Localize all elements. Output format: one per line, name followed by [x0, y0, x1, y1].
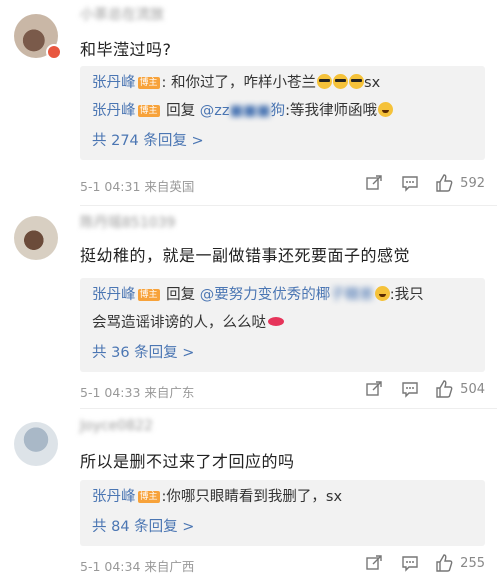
- comment-icon[interactable]: [392, 174, 428, 192]
- like-button[interactable]: 504: [434, 379, 485, 399]
- reply-author[interactable]: 张丹峰: [92, 103, 136, 119]
- share-icon[interactable]: [356, 174, 392, 192]
- reply-word: 回复: [166, 287, 196, 303]
- kiss-lips-icon: [268, 317, 284, 326]
- like-button[interactable]: 255: [434, 553, 485, 573]
- sunglasses-emoji-icon: [317, 74, 333, 89]
- avatar[interactable]: [14, 216, 58, 260]
- more-replies-link[interactable]: 共 36 条回复 >: [92, 342, 475, 364]
- reply-item: 张丹峰 博主: 和你过了，咋样小苍兰 sx: [92, 72, 475, 94]
- like-button[interactable]: 592: [434, 173, 485, 193]
- comment-actions: 255: [356, 552, 485, 574]
- reply-text: 会骂造谣诽谤的人，么么哒: [92, 315, 266, 331]
- reply-box: 张丹峰 博主:你哪只眼睛看到我删了，sx 共 84 条回复 >: [80, 480, 485, 546]
- like-count: 592: [460, 175, 485, 191]
- reply-text: 和你过了，咋样小苍兰: [171, 75, 317, 91]
- reply-box: 张丹峰 博主 回复 @要努力变优秀的椰子糖崽 :我只 会骂造谣诽谤的人，么么哒 共 …: [80, 278, 485, 372]
- comment-icon[interactable]: [392, 554, 428, 572]
- comment-time: 5-1 04:31: [80, 179, 141, 194]
- reply-item: 张丹峰 博主:你哪只眼睛看到我删了，sx: [92, 486, 475, 508]
- comment-location: 来自英国: [144, 179, 195, 194]
- reply-author[interactable]: 张丹峰: [92, 287, 136, 303]
- comment-item: Joyce0822 所以是删不过来了才回应的吗 张丹峰 博主:你哪只眼睛看到我删了…: [0, 410, 497, 577]
- comment-username[interactable]: Joyce0822: [80, 418, 153, 434]
- reply-author[interactable]: 张丹峰: [92, 489, 136, 505]
- comment-actions: 504: [356, 378, 485, 400]
- comment-item: 陈丹瑶851039 挺幼稚的，就是一副做错事还死要面子的感觉 张丹峰 博主 回复 …: [0, 206, 497, 409]
- reply-text: 你哪只眼睛看到我删了，sx: [166, 489, 343, 505]
- reply-colon: :: [161, 75, 167, 91]
- reply-target-tail[interactable]: 狗: [271, 103, 286, 119]
- comment-meta: 5-1 04:33 来自广东: [80, 382, 194, 401]
- comment-text: 所以是删不过来了才回应的吗: [80, 452, 295, 471]
- reply-item: 张丹峰 博主 回复 @zz■■■狗:等我律师函哦: [92, 100, 475, 122]
- reply-target-link[interactable]: @要努力变优秀的椰: [200, 287, 331, 303]
- host-tag: 博主: [137, 289, 160, 301]
- comment-actions: 592: [356, 172, 485, 194]
- divider: [80, 408, 497, 409]
- blurred-text: 子糖崽: [330, 287, 374, 303]
- reply-item-continued: 会骂造谣诽谤的人，么么哒: [92, 312, 475, 334]
- share-icon[interactable]: [356, 380, 392, 398]
- comment-text: 和毕滢过吗?: [80, 40, 172, 59]
- verified-badge-icon: [46, 44, 62, 60]
- reply-target-link[interactable]: @zz: [200, 103, 230, 119]
- comment-time: 5-1 04:34: [80, 559, 141, 574]
- sunglasses-emoji-icon: [333, 74, 349, 89]
- reply-author[interactable]: 张丹峰: [92, 75, 136, 91]
- thumbs-up-icon: [436, 554, 453, 572]
- blurred-text: ■■■: [229, 103, 271, 119]
- more-replies-link[interactable]: 共 274 条回复 >: [92, 130, 475, 152]
- comment-meta: 5-1 04:31 来自英国: [80, 176, 194, 195]
- more-replies-link[interactable]: 共 84 条回复 >: [92, 516, 475, 538]
- reply-word: 回复: [166, 103, 196, 119]
- laugh-emoji-icon: [377, 102, 393, 117]
- thumbs-up-icon: [436, 380, 453, 398]
- comment-location: 来自广东: [144, 385, 195, 400]
- thumbs-up-icon: [436, 174, 453, 192]
- avatar[interactable]: [14, 422, 58, 466]
- comment-time: 5-1 04:33: [80, 385, 141, 400]
- comment-location: 来自广西: [144, 559, 195, 574]
- like-count: 255: [460, 555, 485, 571]
- host-tag: 博主: [137, 491, 160, 503]
- comment-item: 小茶总在流放 和毕滢过吗? 张丹峰 博主: 和你过了，咋样小苍兰 sx 张丹峰 博主 …: [0, 0, 497, 206]
- sunglasses-emoji-icon: [349, 74, 365, 89]
- host-tag: 博主: [137, 77, 160, 89]
- laugh-emoji-icon: [374, 286, 390, 301]
- like-count: 504: [460, 381, 485, 397]
- comment-icon[interactable]: [392, 380, 428, 398]
- reply-box: 张丹峰 博主: 和你过了，咋样小苍兰 sx 张丹峰 博主 回复 @zz■■■狗:等我律…: [80, 66, 485, 160]
- host-tag: 博主: [137, 105, 160, 117]
- comment-username[interactable]: 小茶总在流放: [80, 4, 164, 24]
- comment-username[interactable]: 陈丹瑶851039: [80, 212, 175, 232]
- reply-suffix: sx: [364, 75, 381, 91]
- comment-text: 挺幼稚的，就是一副做错事还死要面子的感觉: [80, 246, 411, 265]
- reply-item: 张丹峰 博主 回复 @要努力变优秀的椰子糖崽 :我只: [92, 284, 475, 306]
- comment-meta: 5-1 04:34 来自广西: [80, 556, 194, 575]
- share-icon[interactable]: [356, 554, 392, 572]
- reply-text: :等我律师函哦: [285, 103, 377, 119]
- reply-text: :我只: [389, 287, 424, 303]
